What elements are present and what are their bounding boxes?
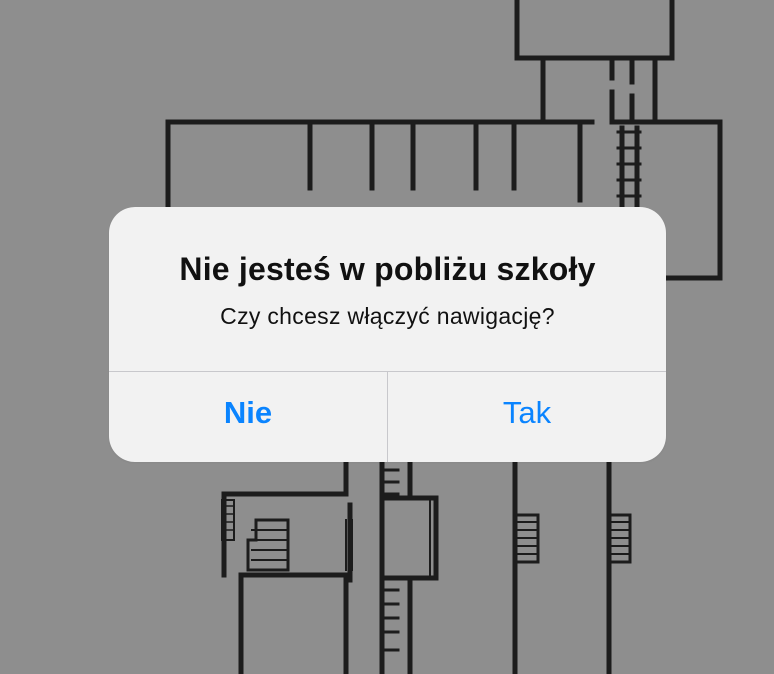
alert-actions: Nie Tak (109, 372, 666, 462)
confirm-button[interactable]: Tak (388, 372, 666, 462)
cancel-button[interactable]: Nie (109, 372, 387, 462)
alert-message: Czy chcesz włączyć nawigację? (220, 303, 555, 329)
alert-content: Nie jesteś w pobliżu szkoły Czy chcesz w… (109, 207, 666, 371)
map-screen: Nie jesteś w pobliżu szkoły Czy chcesz w… (0, 0, 774, 674)
alert-title: Nie jesteś w pobliżu szkoły (179, 251, 596, 287)
alert-dialog: Nie jesteś w pobliżu szkoły Czy chcesz w… (109, 207, 666, 462)
